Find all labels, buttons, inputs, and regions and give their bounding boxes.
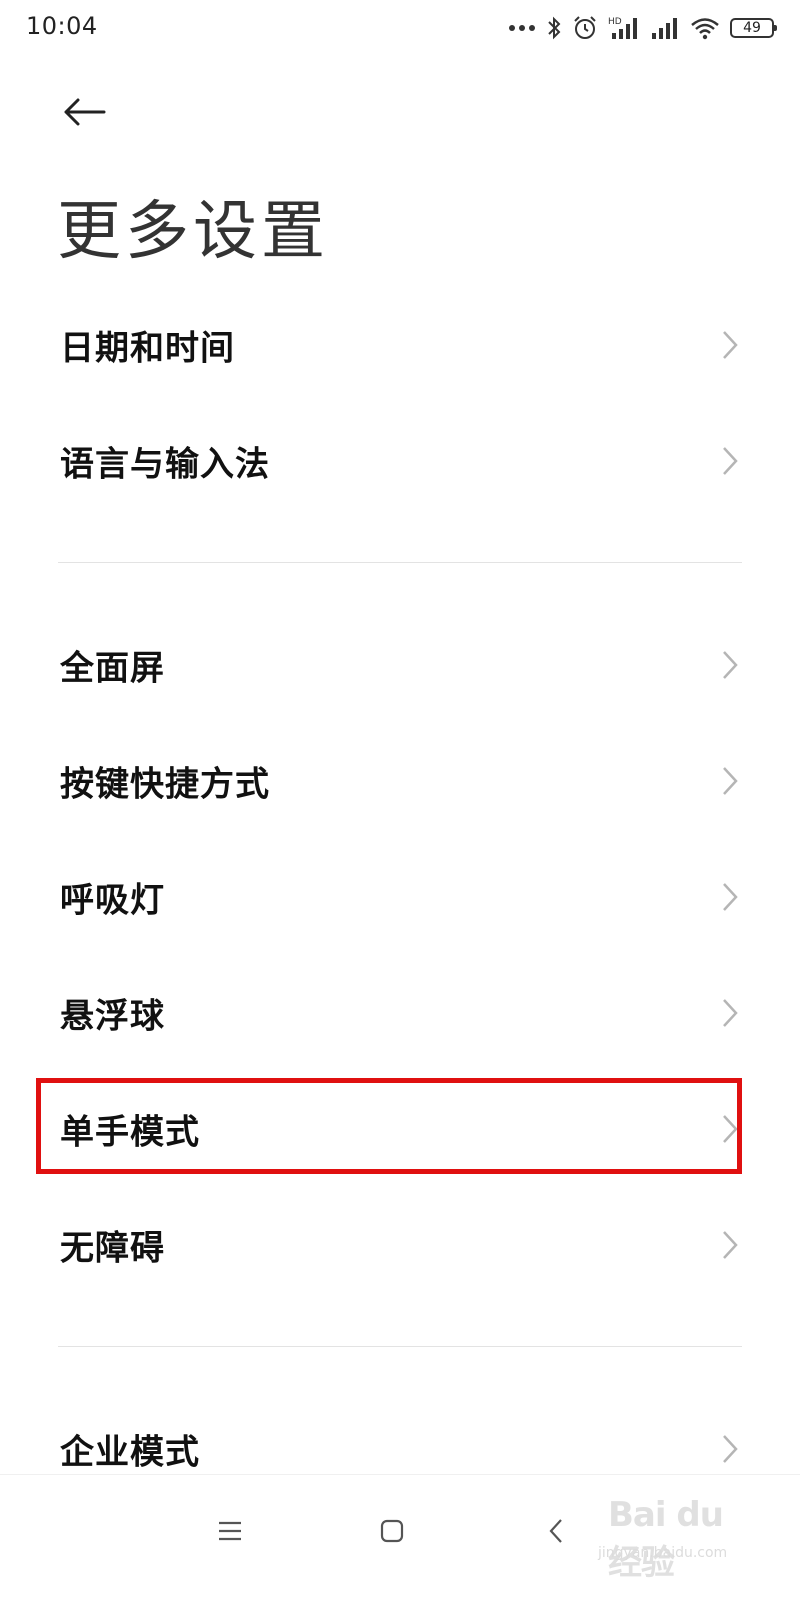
chevron-right-icon xyxy=(723,999,738,1027)
status-bar: 10:04 HD 49 xyxy=(0,0,800,56)
chevron-right-icon xyxy=(723,1115,738,1143)
chevron-right-icon xyxy=(723,331,738,359)
chevron-right-icon xyxy=(723,767,738,795)
recent-apps-button[interactable] xyxy=(200,1501,260,1561)
wifi-icon xyxy=(690,16,720,40)
back-button[interactable] xyxy=(54,88,114,140)
list-item-date-time[interactable]: 日期和时间 xyxy=(0,287,800,403)
chevron-right-icon xyxy=(723,651,738,679)
battery-icon: 49 xyxy=(730,18,777,38)
page-title: 更多设置 xyxy=(57,195,329,269)
baidu-watermark: Bai du 经验 jingyan.baidu.com xyxy=(596,1491,756,1583)
section-divider xyxy=(58,562,742,563)
chevron-right-icon xyxy=(723,883,738,911)
navigation-bar: Bai du 经验 jingyan.baidu.com xyxy=(0,1474,800,1601)
bluetooth-icon xyxy=(546,16,562,40)
list-item-label: 语言与输入法 xyxy=(60,444,270,485)
list-item-label: 单手模式 xyxy=(60,1112,200,1153)
watermark-sub: jingyan.baidu.com xyxy=(598,1545,728,1561)
list-item-full-screen[interactable]: 全面屏 xyxy=(0,607,800,723)
more-dots-icon xyxy=(508,23,536,33)
list-item-label: 呼吸灯 xyxy=(60,880,165,921)
home-button[interactable] xyxy=(362,1501,422,1561)
list-item-label: 企业模式 xyxy=(60,1432,200,1473)
chevron-right-icon xyxy=(723,447,738,475)
watermark-text: Bai du 经验 xyxy=(608,1495,724,1583)
back-icon xyxy=(549,1519,562,1543)
list-item-label: 无障碍 xyxy=(60,1228,165,1269)
list-item-floating-ball[interactable]: 悬浮球 xyxy=(0,955,800,1071)
list-item-accessibility[interactable]: 无障碍 xyxy=(0,1187,800,1303)
list-item-label: 悬浮球 xyxy=(60,996,165,1037)
menu-icon xyxy=(219,1521,241,1541)
alarm-icon xyxy=(572,15,598,41)
list-item-label: 全面屏 xyxy=(60,648,165,689)
home-icon xyxy=(380,1519,404,1543)
section-divider xyxy=(58,1346,742,1347)
list-item-label: 日期和时间 xyxy=(60,328,235,369)
list-item-one-handed-mode[interactable]: 单手模式 xyxy=(0,1071,800,1187)
list-item-language-input[interactable]: 语言与输入法 xyxy=(0,403,800,519)
list-item-notification-light[interactable]: 呼吸灯 xyxy=(0,839,800,955)
signal-icon xyxy=(650,16,680,40)
status-icons: HD 49 xyxy=(508,12,777,44)
hd-signal-icon: HD xyxy=(608,15,640,41)
nav-back-button[interactable] xyxy=(526,1501,586,1561)
back-arrow-icon xyxy=(62,98,106,130)
status-time: 10:04 xyxy=(26,12,98,40)
chevron-right-icon xyxy=(723,1231,738,1259)
svg-text:HD: HD xyxy=(608,17,622,27)
list-item-button-shortcuts[interactable]: 按键快捷方式 xyxy=(0,723,800,839)
list-item-label: 按键快捷方式 xyxy=(60,764,270,805)
chevron-right-icon xyxy=(723,1435,738,1463)
